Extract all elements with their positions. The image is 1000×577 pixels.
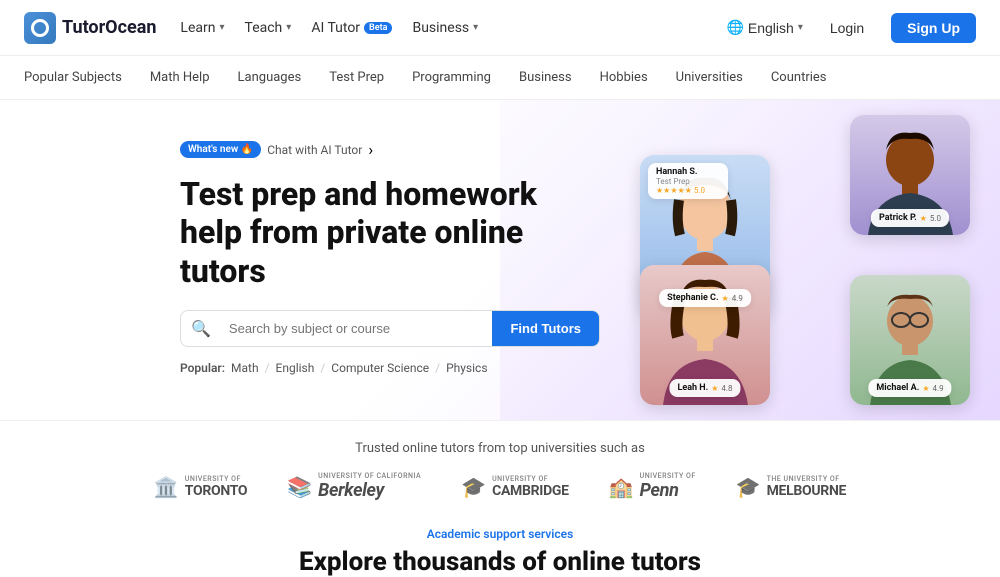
popular-searches: Popular: Math / English / Computer Scien…	[180, 361, 600, 375]
hero-title: Test prep and homework help from private…	[180, 175, 600, 290]
subnav-universities[interactable]: Universities	[662, 56, 757, 100]
popular-math[interactable]: Math	[231, 361, 259, 375]
toronto-text: UNIVERSITY OF TORONTO	[185, 475, 247, 499]
berkeley-icon: 📚	[287, 475, 312, 499]
melbourne-text: THE UNIVERSITY OF MELBOURNE	[767, 475, 847, 499]
subnav-test-prep[interactable]: Test Prep	[315, 56, 398, 100]
beta-badge: Beta	[364, 22, 392, 34]
chevron-icon: ▾	[798, 22, 803, 33]
hero-section: What's new 🔥 Chat with AI Tutor › Test p…	[0, 100, 1000, 420]
tutor-photo-collage: Hannah S. Test Prep ★★★★★ 5.0 Stephanie …	[640, 115, 970, 405]
toronto-logo: 🏛️ UNIVERSITY OF TORONTO	[154, 475, 247, 499]
tutor-badge-4: Michael A. ★ 4.9	[868, 379, 951, 397]
penn-logo: 🏫 UNIVERSITY OF Penn	[609, 472, 696, 501]
tutor-avatar-2: Patrick P. ★ 5.0	[850, 115, 970, 235]
tutor-avatar-4: Michael A. ★ 4.9	[850, 275, 970, 405]
ai-tutor-link[interactable]: Chat with AI Tutor	[267, 143, 362, 157]
tutor-avatar-3: Leah H. ★ 4.8	[640, 265, 770, 405]
find-tutors-button[interactable]: Find Tutors	[492, 311, 599, 346]
login-button[interactable]: Login	[815, 13, 879, 43]
subnav-math-help[interactable]: Math Help	[136, 56, 224, 100]
logo-icon	[24, 12, 56, 44]
berkeley-logo: 📚 UNIVERSITY OF CALIFORNIA Berkeley	[287, 472, 421, 501]
explore-section: Academic support services Explore thousa…	[0, 511, 1000, 577]
hero-content: What's new 🔥 Chat with AI Tutor › Test p…	[180, 140, 600, 390]
whats-new-bar: What's new 🔥 Chat with AI Tutor ›	[180, 140, 600, 159]
globe-icon: 🌐	[726, 19, 743, 36]
search-icon: 🔍	[181, 319, 221, 338]
tutor-badge-1: Hannah S. Test Prep ★★★★★ 5.0	[648, 163, 728, 199]
tutor-card-4: Michael A. ★ 4.9	[850, 275, 970, 405]
logo[interactable]: TutorOcean	[24, 12, 156, 44]
melbourne-logo: 🎓 THE UNIVERSITY OF MELBOURNE	[736, 475, 846, 499]
separator: /	[435, 361, 440, 375]
tutor-badge-3: Leah H. ★ 4.8	[669, 379, 740, 397]
separator: /	[320, 361, 325, 375]
nav-items: Learn ▾ Teach ▾ AI Tutor Beta Business ▾	[180, 20, 478, 36]
tutor-card-2: Patrick P. ★ 5.0	[850, 115, 970, 235]
signup-button[interactable]: Sign Up	[891, 13, 976, 43]
navbar-right: 🌐 English ▾ Login Sign Up	[726, 13, 976, 43]
berkeley-text: UNIVERSITY OF CALIFORNIA Berkeley	[318, 472, 421, 501]
popular-english[interactable]: English	[276, 361, 315, 375]
melbourne-icon: 🎓	[736, 475, 761, 499]
brand-name: TutorOcean	[62, 17, 156, 38]
cambridge-icon: 🎓	[461, 475, 486, 499]
chevron-icon: ▾	[219, 22, 224, 33]
nav-item-business[interactable]: Business ▾	[412, 20, 478, 36]
tutor-badge-2: Patrick P. ★ 5.0	[871, 209, 949, 227]
navbar-left: TutorOcean Learn ▾ Teach ▾ AI Tutor Beta…	[24, 12, 478, 44]
toronto-icon: 🏛️	[154, 475, 179, 499]
arrow-icon: ›	[368, 140, 373, 159]
separator: /	[265, 361, 270, 375]
search-bar: 🔍 Find Tutors	[180, 310, 600, 347]
subnav-languages[interactable]: Languages	[224, 56, 316, 100]
subnav-popular-subjects[interactable]: Popular Subjects	[24, 56, 136, 100]
penn-text: UNIVERSITY OF Penn	[640, 472, 696, 501]
cambridge-logo: 🎓 UNIVERSITY OF CAMBRIDGE	[461, 475, 569, 499]
cambridge-text: UNIVERSITY OF CAMBRIDGE	[492, 475, 569, 499]
language-label: English	[748, 20, 794, 36]
universities-section: Trusted online tutors from top universit…	[0, 420, 1000, 511]
popular-physics[interactable]: Physics	[446, 361, 487, 375]
subnav-business[interactable]: Business	[505, 56, 586, 100]
university-logos: 🏛️ UNIVERSITY OF TORONTO 📚 UNIVERSITY OF…	[40, 472, 960, 501]
penn-icon: 🏫	[609, 475, 634, 499]
language-selector[interactable]: 🌐 English ▾	[726, 19, 802, 36]
nav-item-teach[interactable]: Teach ▾	[245, 20, 292, 36]
tutor-badge-bottom-1: Stephanie C. ★ 4.9	[659, 289, 751, 307]
chevron-icon: ▾	[473, 22, 478, 33]
popular-cs[interactable]: Computer Science	[331, 361, 429, 375]
popular-label: Popular:	[180, 361, 225, 375]
logo-circle	[31, 19, 49, 37]
nav-item-learn[interactable]: Learn ▾	[180, 20, 224, 36]
explore-badge: Academic support services	[40, 527, 960, 541]
universities-title: Trusted online tutors from top universit…	[40, 441, 960, 456]
whats-new-badge[interactable]: What's new 🔥	[180, 141, 261, 158]
subnav-countries[interactable]: Countries	[757, 56, 841, 100]
navbar: TutorOcean Learn ▾ Teach ▾ AI Tutor Beta…	[0, 0, 1000, 56]
nav-item-ai-tutor[interactable]: AI Tutor Beta	[311, 20, 392, 36]
search-input[interactable]	[221, 311, 493, 346]
tutor-card-3: Leah H. ★ 4.8	[640, 265, 770, 405]
chevron-icon: ▾	[286, 22, 291, 33]
subnav: Popular Subjects Math Help Languages Tes…	[0, 56, 1000, 100]
explore-title: Explore thousands of online tutors	[40, 547, 960, 577]
subnav-programming[interactable]: Programming	[398, 56, 505, 100]
subnav-hobbies[interactable]: Hobbies	[586, 56, 662, 100]
